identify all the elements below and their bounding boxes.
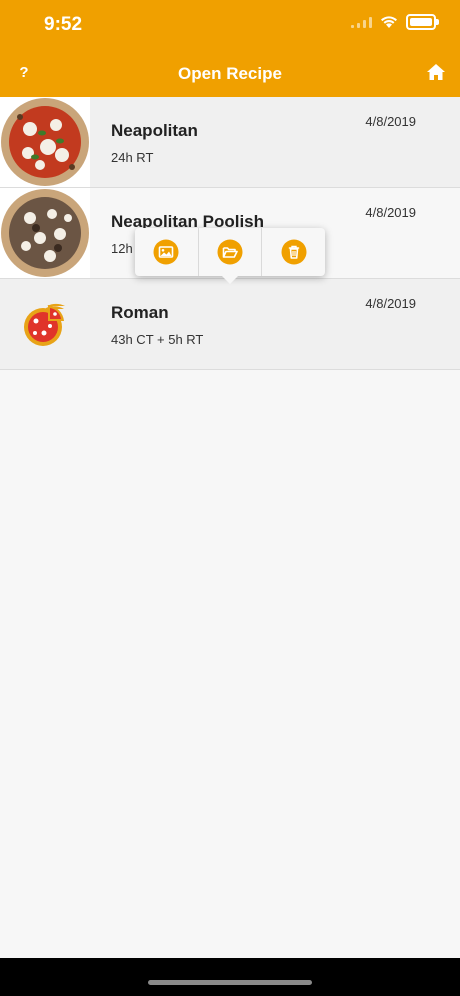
- app-screen: 9:52 ? Open Recipe Neapolitan 24h RT 4/8…: [0, 0, 460, 996]
- pizza-icon: [0, 279, 90, 369]
- wifi-icon: [381, 16, 397, 28]
- folder-open-icon: [217, 239, 243, 265]
- status-time: 9:52: [44, 14, 83, 35]
- recipe-date: 4/8/2019: [365, 114, 416, 129]
- image-icon: [153, 239, 179, 265]
- home-icon[interactable]: [426, 62, 446, 82]
- pizza-photo-thumbnail: [0, 188, 90, 278]
- delete-recipe-button[interactable]: [262, 228, 325, 276]
- battery-icon: [406, 14, 439, 30]
- recipe-date: 4/8/2019: [365, 296, 416, 311]
- set-image-button[interactable]: [135, 228, 199, 276]
- bottom-bar: [0, 958, 460, 996]
- recipe-subtitle: 12h: [111, 241, 133, 256]
- recipe-subtitle: 43h CT + 5h RT: [111, 332, 204, 347]
- status-indicators: [351, 14, 439, 30]
- recipe-date: 4/8/2019: [365, 205, 416, 220]
- recipe-title: Neapolitan: [111, 121, 198, 140]
- recipe-row-neapolitan[interactable]: Neapolitan 24h RT 4/8/2019: [0, 97, 460, 188]
- recipe-subtitle: 24h RT: [111, 150, 154, 165]
- recipe-title: Roman: [111, 303, 169, 322]
- open-recipe-button[interactable]: [199, 228, 263, 276]
- nav-bar: 9:52 ? Open Recipe: [0, 0, 460, 97]
- trash-icon: [281, 239, 307, 265]
- row-action-popover: [135, 228, 325, 284]
- page-title: Open Recipe: [178, 64, 282, 83]
- pizza-photo-thumbnail: [0, 97, 90, 187]
- recipe-row-roman[interactable]: Roman 43h CT + 5h RT 4/8/2019: [0, 279, 460, 370]
- home-indicator[interactable]: [148, 980, 312, 985]
- signal-icon: [351, 16, 372, 28]
